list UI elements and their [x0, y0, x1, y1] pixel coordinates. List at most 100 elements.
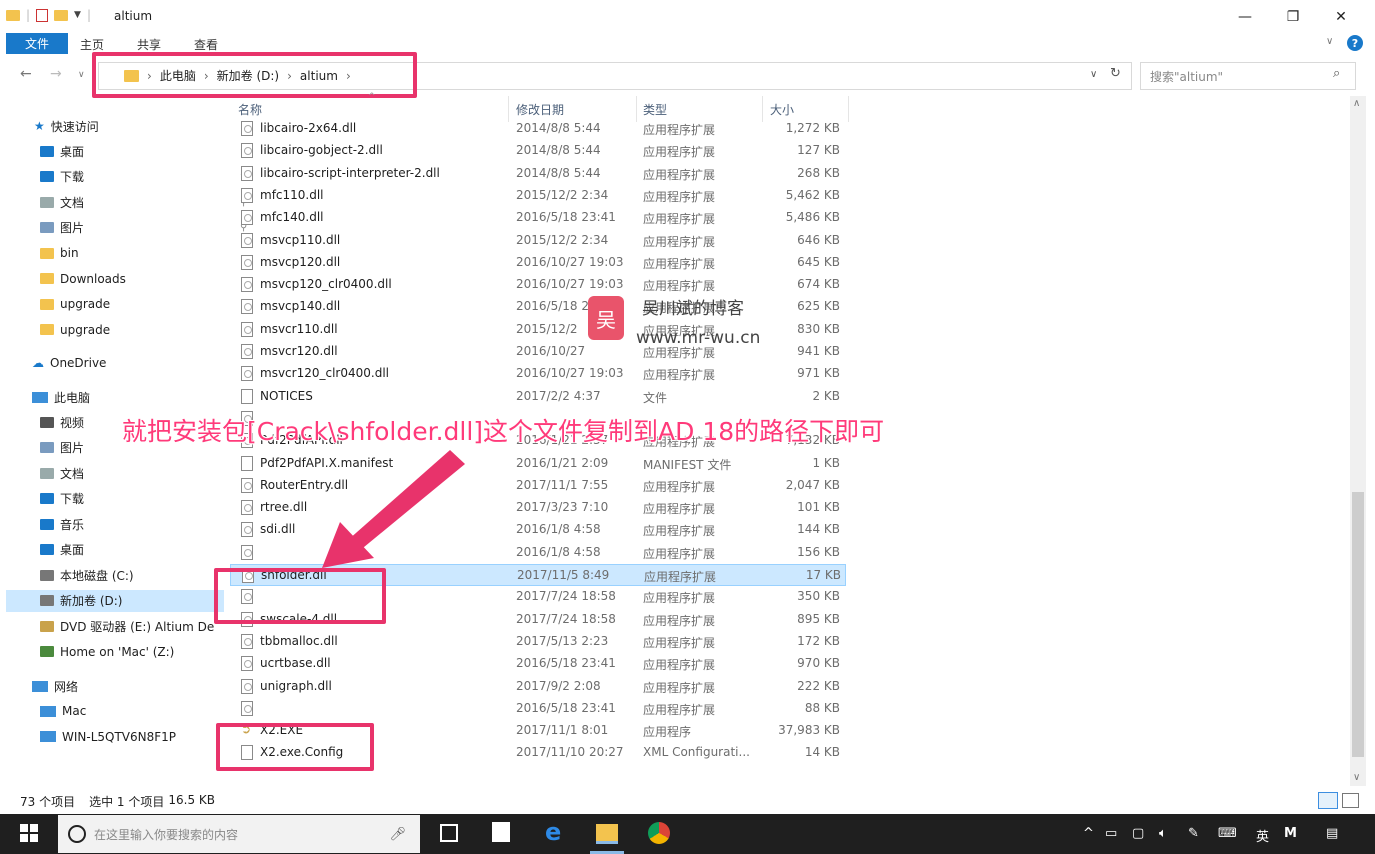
tab-home[interactable]: 主页	[80, 36, 104, 53]
properties-icon[interactable]	[36, 8, 49, 22]
details-view-icon[interactable]	[1318, 792, 1338, 809]
nav-pc-item[interactable]: 视频	[40, 411, 84, 433]
column-header-type[interactable]: 类型	[643, 101, 667, 118]
battery-tray-icon[interactable]: ▢	[1132, 826, 1144, 841]
file-row[interactable]: msvcp120_clr0400.dll 2016/10/27 19:03 应用程序…	[230, 274, 846, 296]
file-size: 127 KB	[797, 143, 840, 158]
ime-mode[interactable]: M	[1284, 826, 1297, 841]
nav-quick-item[interactable]: 图片 ⚲	[40, 217, 247, 239]
nav-quick-item[interactable]: upgrade	[40, 319, 110, 341]
nav-item-label: 图片	[60, 441, 85, 455]
column-header-size[interactable]: 大小	[770, 101, 794, 118]
file-size: 2 KB	[812, 388, 840, 403]
nav-pc-item[interactable]: 图片	[40, 437, 84, 459]
file-row[interactable]: msvcp120.dll 2016/10/27 19:03 应用程序扩展 645 KB	[230, 252, 846, 274]
close-button[interactable]: ✕	[1318, 4, 1364, 30]
nav-quick-access[interactable]: ★ 快速访问	[34, 115, 99, 137]
network-tray-icon[interactable]: ▭	[1105, 826, 1117, 841]
file-row[interactable]: msvcr120_clr0400.dll 2016/10/27 19:03 应用程序…	[230, 363, 846, 385]
nav-pc-item[interactable]: 音乐	[40, 513, 84, 535]
nav-network[interactable]: 网络	[32, 675, 78, 697]
input-language[interactable]: 英	[1256, 826, 1269, 845]
column-header-date[interactable]: 修改日期	[516, 101, 564, 118]
tab-share[interactable]: 共享	[137, 36, 161, 53]
keyboard-icon[interactable]: ⌨	[1218, 826, 1237, 841]
scroll-up-icon[interactable]: ∧	[1353, 98, 1360, 109]
document-icon	[40, 467, 54, 479]
nav-quick-item[interactable]: upgrade	[40, 293, 110, 315]
new-folder-icon[interactable]	[54, 9, 69, 21]
chrome-icon[interactable]	[648, 822, 670, 844]
file-row[interactable]: mfc110.dll 2015/12/2 2:34 应用程序扩展 5,462 KB	[230, 185, 846, 207]
help-icon[interactable]: ?	[1347, 35, 1363, 51]
expand-ribbon-icon[interactable]: ∨	[1326, 36, 1333, 47]
nav-pc-item[interactable]: 桌面	[40, 539, 84, 561]
notification-center-icon[interactable]: ▤	[1326, 826, 1338, 841]
nav-onedrive[interactable]: ☁ OneDrive	[32, 352, 106, 374]
start-windows-icon[interactable]	[20, 824, 40, 844]
microphone-icon[interactable]: 🎤︎	[389, 827, 406, 842]
store-icon[interactable]	[492, 822, 510, 842]
nav-quick-item[interactable]: 下载⚲	[40, 166, 247, 188]
search-icon[interactable]: ⌕	[1333, 66, 1340, 81]
back-arrow-icon[interactable]: ←	[20, 66, 32, 82]
recent-locations-icon[interactable]: ∨	[78, 70, 85, 80]
dll-file-icon	[241, 121, 253, 136]
nav-quick-item[interactable]: bin	[40, 242, 79, 264]
nav-network-item[interactable]: WIN-L5QTV6N8F1P	[40, 726, 176, 748]
volume-icon[interactable]: 🔈︎	[1159, 826, 1167, 841]
nav-pc-item[interactable]: DVD 驱动器 (E:) Altium De	[40, 615, 214, 637]
nav-pc-item[interactable]: 下载	[40, 488, 84, 510]
address-dropdown-icon[interactable]: ∨	[1090, 69, 1097, 80]
scrollbar-thumb[interactable]	[1352, 492, 1364, 757]
edge-browser-icon[interactable]: e	[545, 818, 561, 846]
minimize-button[interactable]: —	[1222, 4, 1268, 30]
folder-icon[interactable]	[6, 9, 20, 21]
document-icon	[40, 196, 54, 208]
scroll-down-icon[interactable]: ∨	[1353, 772, 1360, 783]
drive-icon	[40, 595, 54, 606]
file-name: libcairo-gobject-2.dll	[260, 143, 383, 158]
forward-arrow-icon[interactable]: →	[50, 66, 62, 82]
x2exe-annotation-box	[216, 723, 374, 771]
file-row[interactable]: unigraph.dll 2017/9/2 2:08 应用程序扩展 222 KB	[230, 676, 846, 698]
onedrive-cloud-icon: ☁	[32, 356, 44, 370]
file-row[interactable]: NOTICES 2017/2/2 4:37 文件 2 KB	[230, 386, 846, 408]
dll-file-icon	[241, 321, 253, 337]
nav-quick-item[interactable]: 文档⚲	[40, 191, 247, 213]
sort-indicator-icon: ^	[368, 92, 376, 102]
file-row[interactable]: libcairo-script-interpreter-2.dll 2014/8/…	[230, 163, 846, 185]
nav-pc-item[interactable]: Home on 'Mac' (Z:)	[40, 641, 174, 663]
file-row[interactable]: ucrtbase.dll 2016/5/18 23:41 应用程序扩展 970 KB	[230, 653, 846, 675]
file-row[interactable]: mfc140.dll 2016/5/18 23:41 应用程序扩展 5,486 KB	[230, 207, 846, 229]
customize-toolbar-icon[interactable]: ▼	[74, 10, 81, 20]
tab-file[interactable]: 文件	[6, 33, 68, 54]
pen-icon[interactable]: ✎	[1188, 826, 1199, 841]
cortana-circle-icon[interactable]	[68, 825, 86, 843]
file-row[interactable]: libcairo-gobject-2.dll 2014/8/8 5:44 应用程序扩…	[230, 140, 846, 162]
task-view-icon[interactable]	[440, 824, 458, 842]
file-explorer-icon[interactable]	[596, 824, 618, 844]
file-row[interactable]: libcairo-2x64.dll 2014/8/8 5:44 应用程序扩展 1,27…	[230, 118, 846, 140]
refresh-icon[interactable]: ↻	[1110, 66, 1121, 81]
nav-quick-item[interactable]: 桌面⚲	[40, 140, 247, 162]
nav-pc-item[interactable]: 新加卷 (D:)	[6, 589, 224, 612]
show-hidden-icons[interactable]: ^	[1083, 826, 1094, 841]
file-row[interactable]: tbbmalloc.dll 2017/5/13 2:23 应用程序扩展 172 KB	[230, 631, 846, 653]
drive-icon	[40, 569, 54, 581]
file-size: 222 KB	[797, 678, 840, 693]
taskbar-search-box[interactable]: 在这里输入你要搜索的内容 🎤︎	[58, 815, 420, 853]
file-row[interactable]: 2016/5/18 23:41 应用程序扩展 88 KB	[230, 698, 846, 720]
large-icons-view-icon[interactable]	[1342, 793, 1359, 808]
nav-pc-item[interactable]: 文档	[40, 462, 84, 484]
restore-button[interactable]: ❐	[1270, 4, 1316, 30]
nav-this-pc[interactable]: 此电脑	[32, 386, 90, 408]
file-row[interactable]: msvcp140.dll 2016/5/18 2 应用程序扩展 625 KB	[230, 296, 846, 318]
column-header-name[interactable]: 名称	[238, 101, 262, 118]
tab-view[interactable]: 查看	[194, 36, 218, 53]
nav-network-item[interactable]: Mac	[40, 700, 86, 722]
item-count: 73 个项目	[20, 795, 76, 809]
nav-quick-item[interactable]: Downloads	[40, 268, 126, 290]
nav-pc-item[interactable]: 本地磁盘 (C:)	[40, 564, 134, 586]
file-row[interactable]: msvcp110.dll 2015/12/2 2:34 应用程序扩展 646 KB	[230, 230, 846, 252]
